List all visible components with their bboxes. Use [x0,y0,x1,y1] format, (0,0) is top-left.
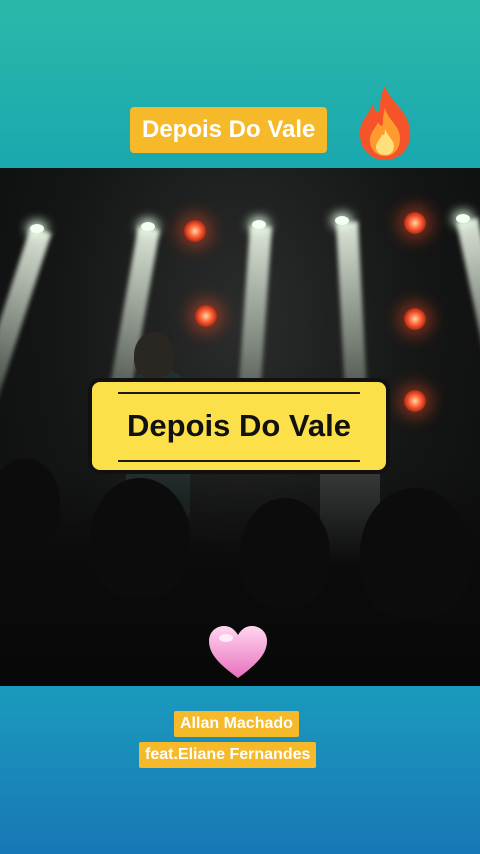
red-light [184,220,206,242]
featuring-name: feat.Eliane Fernandes [145,746,311,763]
caption-divider [118,460,360,462]
song-title-pill: Depois Do Vale [130,107,328,153]
light-beam [0,226,52,424]
singer-head [134,332,174,378]
red-light [195,305,217,327]
lyric-caption: Depois Do Vale [127,408,351,443]
audience-head [90,478,190,598]
artist-label: Allan Machado [174,711,299,737]
audience-head [240,498,330,608]
light-beam [456,217,480,418]
red-light [404,390,426,412]
artist-name: Allan Machado [180,715,293,732]
fire-icon [359,86,411,160]
pink-heart-icon [209,626,267,678]
red-light [404,212,426,234]
lyric-caption-box: Depois Do Vale [88,378,390,474]
stage-lamp [252,220,266,229]
red-light [404,308,426,330]
stage-lamp [456,214,470,223]
stage-lamp [30,224,44,233]
stage-lamp [335,216,349,225]
song-title: Depois Do Vale [142,116,316,143]
stage-lamp [141,222,155,231]
audience-head [360,488,470,618]
featuring-label: feat.Eliane Fernandes [139,742,317,768]
caption-divider [118,392,360,394]
